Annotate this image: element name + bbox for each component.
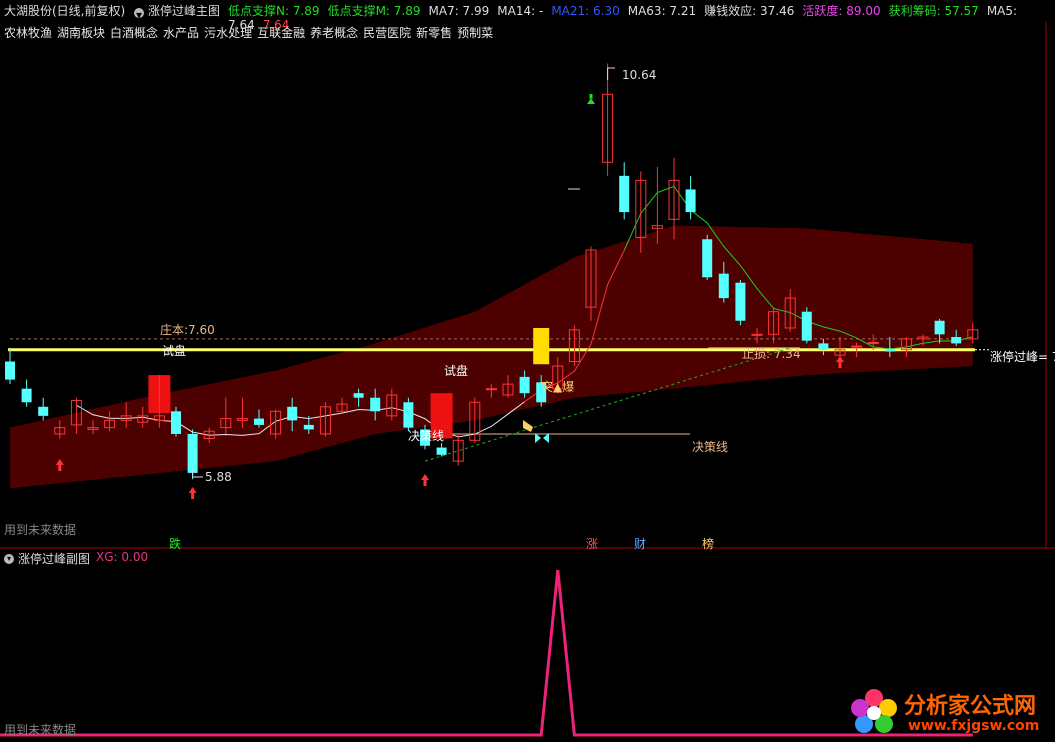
candle-body bbox=[303, 424, 314, 430]
high-leader-line bbox=[607, 67, 615, 80]
candle-body bbox=[867, 341, 879, 344]
candle-body bbox=[801, 311, 812, 341]
guofeng-label: 涨停过峰= 7 bbox=[990, 350, 1055, 364]
candle-body bbox=[519, 376, 530, 394]
red-up-arrow-icon bbox=[188, 487, 197, 499]
candle-body bbox=[21, 388, 32, 403]
candle-body bbox=[403, 402, 414, 428]
candle-body bbox=[187, 433, 198, 473]
candle-body bbox=[485, 388, 497, 391]
candle-body bbox=[884, 349, 895, 352]
candle-body bbox=[735, 282, 746, 321]
candle-body bbox=[751, 333, 763, 336]
juece-right-label: 决策线 bbox=[692, 440, 729, 454]
chevron-down-icon: ▾ bbox=[4, 553, 14, 564]
shipan-left-label: 试盘 bbox=[162, 344, 187, 358]
candle-body bbox=[436, 447, 447, 455]
future-data-main: 用到未来数据 bbox=[4, 523, 77, 537]
shipan-mid-label: 试盘 bbox=[444, 364, 469, 378]
logo-name: 分析家公式网 bbox=[904, 694, 1037, 719]
low-price-label: 5.88 bbox=[205, 470, 232, 484]
xg-signal-line bbox=[0, 569, 973, 737]
high-price-label: 10.64 bbox=[622, 68, 657, 82]
candle-body bbox=[353, 393, 364, 398]
candle-body bbox=[254, 418, 264, 425]
butterfly-icon bbox=[535, 433, 549, 443]
juece-left-label: 决策线 bbox=[408, 429, 445, 443]
candle-body bbox=[619, 175, 630, 213]
zhuangben-label: 庄本:7.60 bbox=[160, 323, 215, 337]
zt-yellow-block bbox=[533, 328, 550, 365]
candle-body bbox=[685, 189, 696, 213]
logo-url: www.fxjgsw.com bbox=[908, 718, 1040, 734]
main-chart[interactable] bbox=[0, 0, 1055, 742]
candle-body bbox=[5, 361, 15, 380]
flower-logo-icon bbox=[851, 689, 897, 733]
green-down-arrow-icon bbox=[587, 94, 595, 104]
site-logo: 分析家公式网 www.fxjgsw.com bbox=[846, 684, 1051, 742]
candle-body bbox=[851, 345, 863, 348]
candle-body bbox=[287, 406, 298, 421]
candle-body bbox=[934, 320, 945, 335]
future-data-sub: 用到未来数据 bbox=[4, 723, 77, 737]
xg-value: XG: 0.00 bbox=[96, 550, 149, 564]
red-up-arrow-icon bbox=[421, 474, 429, 486]
sub-chart-header: ▾ 涨停过峰副图 XG: 0.00 bbox=[0, 549, 1055, 567]
sub-chart-title[interactable]: 涨停过峰副图 bbox=[18, 550, 90, 567]
candle-body bbox=[370, 397, 381, 412]
candle-body bbox=[718, 273, 729, 299]
sub-dropdown[interactable]: ▾ bbox=[4, 551, 14, 565]
candle-body bbox=[818, 343, 829, 350]
candle-body bbox=[171, 411, 181, 434]
candle-body bbox=[38, 406, 49, 416]
tupo-label: 突▲爆 bbox=[541, 380, 575, 394]
candle-body bbox=[951, 337, 962, 344]
candle-body bbox=[702, 239, 713, 278]
trend-band bbox=[10, 225, 973, 489]
zhisun-label: 止损: 7.34 bbox=[742, 347, 801, 361]
